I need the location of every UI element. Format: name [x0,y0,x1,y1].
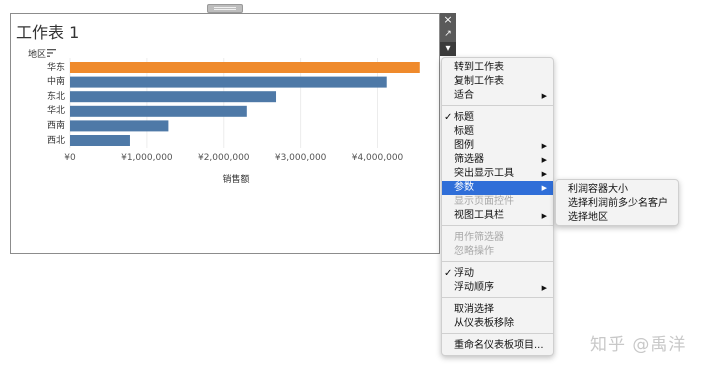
x-axis-title: 销售额 [222,175,250,185]
menu-item[interactable]: 浮动顺序 ▶ [442,281,553,295]
close-icon[interactable]: × [440,13,456,27]
bar-3[interactable] [70,105,247,117]
more-options-icon[interactable]: ▾ [440,42,456,56]
drag-handle[interactable] [207,4,243,13]
menu-item-label: 浮动顺序 [454,282,494,293]
category-label[interactable]: 华东 [47,62,65,74]
submenu-arrow-icon: ▶ [541,284,547,292]
menu-item-label: 适合 [454,90,474,101]
menu-item-label: 转到工作表 [454,62,504,73]
menu-item[interactable]: ✓ 浮动 [442,267,553,281]
menu-item[interactable]: 图例 ▶ [442,139,553,153]
bar-0[interactable] [70,62,420,73]
parameters-submenu: 利润容器大小 选择利润前多少名客户 选择地区 [555,179,679,226]
menu-item: 用作筛选器 [442,231,553,245]
menu-item-label: 从仪表板移除 [454,318,514,329]
submenu-item[interactable]: 利润容器大小 [556,183,678,197]
menu-item-label: 用作筛选器 [454,232,504,243]
x-tick-label: ¥2,000,000 [197,153,250,163]
menu-item[interactable]: 复制工作表 [442,75,553,89]
watermark: 知乎 @禹洋 [590,335,687,355]
menu-item-label: 忽略操作 [454,246,494,257]
menu-item: 显示页面控件 [442,195,553,209]
x-tick-label: ¥0 [64,153,76,163]
menu-item-label: 显示页面控件 [454,196,514,207]
menu-item[interactable]: 筛选器 ▶ [442,153,553,167]
menu-item[interactable]: 转到工作表 [442,61,553,75]
category-label[interactable]: 华北 [47,105,65,117]
menu-item-label: 浮动 [454,268,474,279]
menu-item-label: 筛选器 [454,154,484,165]
x-tick-label: ¥1,000,000 [121,153,173,163]
submenu-arrow-icon: ▶ [541,184,547,192]
menu-item[interactable]: 从仪表板移除 [442,317,553,331]
submenu-item[interactable]: 选择利润前多少名客户 [556,197,678,211]
menu-separator [442,105,553,106]
checkmark-icon: ✓ [444,268,453,279]
category-label[interactable]: 东北 [47,91,65,103]
bar-1[interactable] [70,76,387,88]
menu-item: 忽略操作 [442,245,553,259]
context-menu: 转到工作表 复制工作表 适合 ▶ ✓ 标题 标题 图例 ▶ 筛选器 ▶ 突出显示工具 ▶ 参数 ▶ 显示页面控… [441,57,554,356]
submenu-arrow-icon: ▶ [541,142,547,150]
menu-item[interactable]: 重命名仪表板项目... [442,339,553,353]
menu-separator [442,333,553,334]
menu-item-label: 视图工具栏 [454,210,504,221]
menu-separator [442,261,553,262]
x-tick-label: ¥4,000,000 [351,153,404,163]
menu-item[interactable]: 标题 [442,125,553,139]
worksheet-container[interactable]: 工作表 1 地区 华东 中南 东北 华北 西南 西北 ¥0 ¥1,000,000 ¥2,000… [10,13,440,254]
menu-item[interactable]: 适合 ▶ [442,89,553,103]
menu-item[interactable]: 参数 ▶ [442,181,553,195]
menu-item-label: 图例 [454,140,474,151]
menu-item[interactable]: 突出显示工具 ▶ [442,167,553,181]
menu-item-label: 重命名仪表板项目... [454,340,544,351]
popout-icon[interactable]: ↗ [440,27,456,41]
menu-item-label: 参数 [454,182,474,193]
menu-separator [442,297,553,298]
x-tick-label: ¥3,000,000 [274,153,327,163]
menu-item[interactable]: 取消选择 [442,303,553,317]
submenu-arrow-icon: ▶ [541,170,547,178]
submenu-item[interactable]: 选择地区 [556,211,678,225]
category-label[interactable]: 西北 [47,135,65,147]
menu-item[interactable]: 视图工具栏 ▶ [442,209,553,223]
bar-4[interactable] [70,120,169,132]
submenu-arrow-icon: ▶ [541,156,547,164]
sheet-toolbar: × ↗ ▾ [440,13,456,56]
bar-5[interactable] [70,135,130,146]
menu-item-label: 取消选择 [454,304,494,315]
menu-item-label: 标题 [454,112,474,123]
checkmark-icon: ✓ [444,112,453,123]
bar-2[interactable] [70,91,277,103]
menu-item-label: 突出显示工具 [454,168,514,179]
category-label[interactable]: 中南 [47,76,65,88]
menu-item-label: 标题 [454,126,474,137]
category-label[interactable]: 西南 [47,120,65,132]
submenu-arrow-icon: ▶ [541,212,547,220]
menu-item-label: 复制工作表 [454,76,504,87]
menu-item[interactable]: ✓ 标题 [442,111,553,125]
submenu-arrow-icon: ▶ [541,92,547,100]
menu-separator [442,225,553,226]
